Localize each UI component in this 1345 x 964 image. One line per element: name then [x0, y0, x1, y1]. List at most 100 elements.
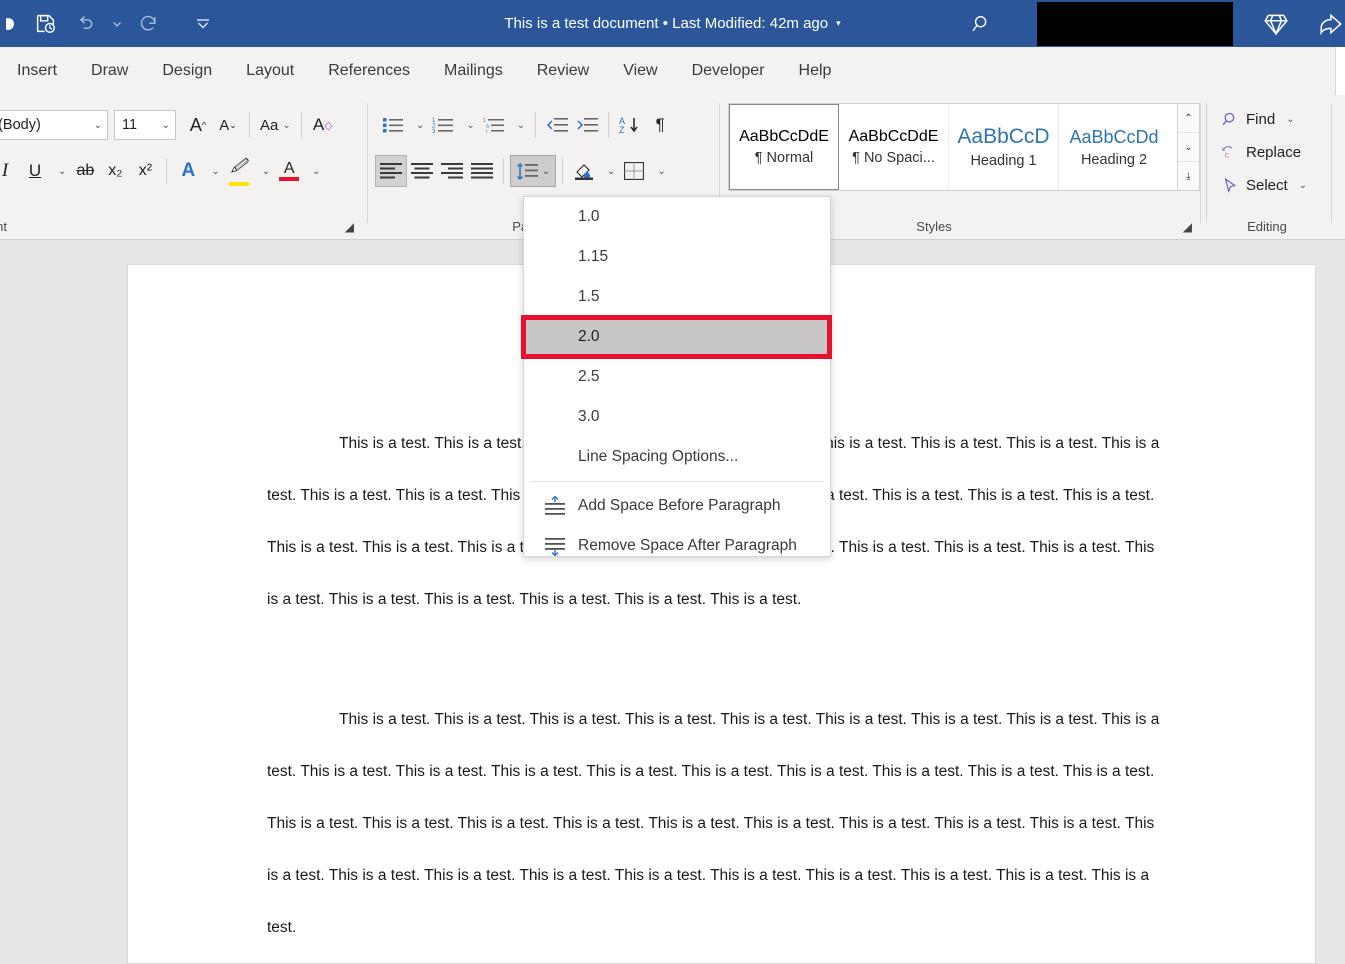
tab-references[interactable]: References — [311, 47, 427, 95]
divider — [503, 158, 504, 184]
customize-quick-access-icon[interactable] — [184, 7, 222, 41]
menu-item-3-0[interactable]: 3.0 — [524, 397, 830, 437]
increase-indent-icon[interactable] — [572, 109, 602, 141]
change-case-button[interactable]: Aa ⌄ — [256, 109, 295, 141]
line-spacing-dropdown-menu: 1.0 1.15 1.5 2.0 2.5 3.0 Line Spacing Op… — [523, 196, 831, 557]
align-right-icon[interactable] — [437, 155, 467, 187]
page-title: This is a test document • Last Modified:… — [504, 15, 829, 32]
font-name-combo[interactable]: ri (Body) ⌄ — [0, 110, 108, 140]
font-size-combo[interactable]: 11 ⌄ — [114, 110, 176, 140]
grow-font-button[interactable]: A ^ — [183, 109, 213, 141]
style-preview: AaBbCcDdE — [848, 128, 939, 145]
tab-mailings[interactable]: Mailings — [427, 47, 520, 95]
divider — [562, 158, 563, 184]
redacted-account-name — [1037, 1, 1233, 46]
style-heading-1[interactable]: AaBbCcD Heading 1 — [949, 104, 1059, 190]
highlight-button[interactable]: 🖉 — [224, 155, 254, 187]
menu-item-line-spacing-options[interactable]: Line Spacing Options... — [524, 437, 830, 477]
menu-item-add-space-before[interactable]: Add Space Before Paragraph — [524, 486, 830, 526]
strikethrough-button[interactable]: ab — [70, 155, 100, 187]
align-left-icon[interactable] — [375, 155, 407, 187]
remove-space-after-icon — [542, 533, 568, 559]
style-label: ¶ No Spaci... — [852, 150, 935, 166]
title-dropdown-icon[interactable]: ▾ — [836, 18, 841, 29]
align-center-icon[interactable] — [407, 155, 437, 187]
justify-icon[interactable] — [467, 155, 497, 187]
bullets-icon[interactable] — [378, 109, 408, 141]
font-color-button[interactable]: A — [274, 155, 304, 187]
font-group-label: Font — [0, 219, 7, 234]
ribbon-group-editing: Find ⌄ ᵇc Replace Select ⌄ Editing — [1200, 95, 1332, 240]
styles-scroll-down-button[interactable]: ⌄ — [1178, 133, 1199, 162]
menu-item-remove-space-after[interactable]: Remove Space After Paragraph — [524, 526, 830, 566]
tab-help[interactable]: Help — [782, 47, 849, 95]
style-preview: AaBbCcD — [957, 125, 1050, 148]
undo-dropdown-icon[interactable] — [106, 7, 128, 41]
select-button[interactable]: Select ⌄ — [1220, 169, 1307, 202]
styles-dialog-launcher[interactable]: ◢ — [1183, 220, 1192, 234]
line-spacing-button[interactable]: ⌄ — [510, 155, 556, 187]
undo-icon[interactable] — [66, 7, 104, 41]
style-label: Heading 1 — [970, 153, 1037, 169]
tab-insert[interactable]: Insert — [0, 47, 74, 95]
menu-item-2-5[interactable]: 2.5 — [524, 357, 830, 397]
clear-formatting-icon[interactable]: A ◇ — [308, 109, 338, 141]
tab-design[interactable]: Design — [145, 47, 229, 95]
share-icon[interactable] — [1319, 0, 1345, 47]
divider — [249, 112, 250, 138]
multilevel-list-icon[interactable]: 1ai — [479, 109, 509, 141]
menu-item-1-15[interactable]: 1.15 — [524, 237, 830, 277]
tab-developer[interactable]: Developer — [675, 47, 782, 95]
paragraph-text: This is a test. This is a test. This is … — [267, 711, 1160, 936]
menu-item-1-0[interactable]: 1.0 — [524, 197, 830, 237]
add-space-before-icon — [542, 493, 568, 519]
style-heading-2[interactable]: AaBbCcDd Heading 2 — [1059, 104, 1169, 190]
borders-dropdown-icon[interactable]: ⌄ — [649, 155, 669, 187]
text-effects-dropdown-icon[interactable]: ⌄ — [203, 155, 223, 187]
highlight-dropdown-icon[interactable]: ⌄ — [254, 155, 274, 187]
sort-icon[interactable]: AZ — [615, 109, 645, 141]
chevron-down-icon: ⌄ — [93, 119, 102, 131]
underline-button[interactable]: U — [20, 155, 50, 187]
diamond-icon[interactable] — [1233, 0, 1319, 47]
shading-dropdown-icon[interactable]: ⌄ — [599, 155, 619, 187]
numbering-icon[interactable]: 123 — [428, 109, 458, 141]
borders-icon[interactable] — [619, 155, 649, 187]
menu-item-1-5[interactable]: 1.5 — [524, 277, 830, 317]
svg-text:3: 3 — [432, 129, 436, 133]
menu-item-2-0[interactable]: 2.0 — [524, 317, 830, 357]
replace-button[interactable]: ᵇc Replace — [1220, 136, 1301, 169]
search-icon[interactable] — [927, 0, 1037, 47]
tab-review[interactable]: Review — [520, 47, 606, 95]
style-preview: AaBbCcDdE — [739, 128, 829, 145]
underline-dropdown-icon[interactable]: ⌄ — [50, 155, 70, 187]
superscript-button[interactable]: x² — [130, 155, 160, 187]
menu-divider — [530, 481, 824, 482]
style-normal[interactable]: AaBbCcDdE ¶ Normal — [729, 104, 839, 190]
divider — [166, 158, 168, 184]
find-button[interactable]: Find ⌄ — [1220, 103, 1295, 136]
styles-scroll-up-button[interactable]: ⌃ — [1178, 104, 1199, 133]
redo-icon[interactable] — [130, 7, 168, 41]
divider — [1206, 103, 1207, 223]
select-dropdown-icon[interactable]: ⌄ — [1299, 180, 1307, 191]
bullets-dropdown-icon[interactable]: ⌄ — [408, 109, 428, 141]
show-formatting-marks-icon[interactable]: ¶ — [645, 109, 675, 141]
shrink-font-button[interactable]: A ⌄ — [213, 109, 243, 141]
tab-view[interactable]: View — [606, 47, 674, 95]
multilevel-dropdown-icon[interactable]: ⌄ — [509, 109, 529, 141]
save-sync-icon[interactable] — [26, 7, 64, 41]
decrease-indent-icon[interactable] — [542, 109, 572, 141]
style-no-spacing[interactable]: AaBbCcDdE ¶ No Spaci... — [839, 104, 949, 190]
styles-more-button[interactable]: ⤓ — [1178, 162, 1199, 190]
tab-layout[interactable]: Layout — [229, 47, 311, 95]
font-color-dropdown-icon[interactable]: ⌄ — [304, 155, 324, 187]
shading-icon[interactable] — [569, 155, 599, 187]
text-effects-button[interactable]: A — [173, 155, 203, 187]
document-paragraph-2[interactable]: This is a test. This is a test. This is … — [267, 694, 1167, 954]
subscript-button[interactable]: x₂ — [100, 155, 130, 187]
find-dropdown-icon[interactable]: ⌄ — [1286, 114, 1294, 125]
italic-button[interactable]: I — [0, 155, 20, 187]
numbering-dropdown-icon[interactable]: ⌄ — [458, 109, 478, 141]
tab-draw[interactable]: Draw — [74, 47, 145, 95]
